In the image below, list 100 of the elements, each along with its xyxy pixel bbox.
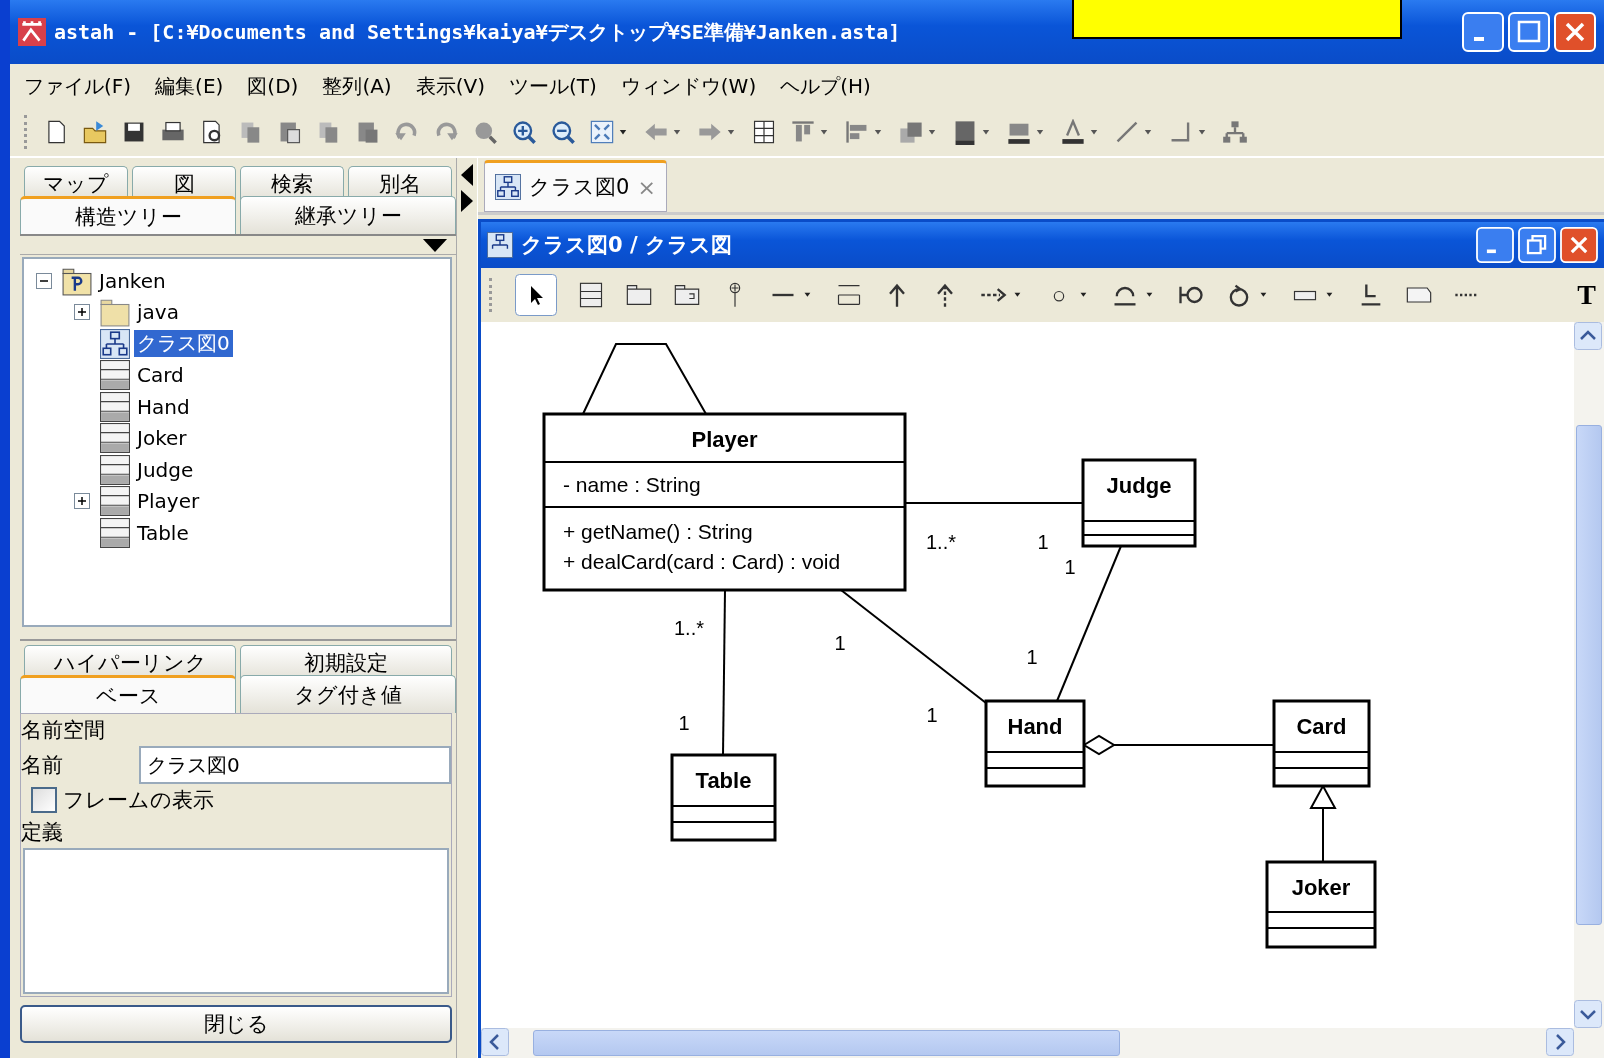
field-label: 名前 [21,752,64,779]
collapse-icon[interactable] [36,272,52,289]
multiplicity: 1..* [674,617,704,639]
app-logo-icon [18,18,46,46]
diagram-icon [100,328,130,359]
scroll-down-button[interactable] [1574,1000,1602,1028]
class-icon [100,391,130,422]
tree-item[interactable]: Judge [134,457,197,482]
tab-label: クラス図0 [529,174,630,201]
diagram-icon [487,232,513,258]
tree-item[interactable]: java [134,300,182,325]
scroll-left-button[interactable] [481,1028,509,1056]
class-icon [100,486,130,517]
name-field[interactable]: クラス図0 [139,746,451,784]
menu-item[interactable]: 整列(A) [322,72,392,100]
multiplicity: 1 [1026,646,1038,668]
expand-icon[interactable] [74,304,90,321]
menu-item[interactable]: 表示(V) [415,72,485,100]
operation: + dealCard(card : Card) : void [563,550,841,573]
menu-item[interactable]: 編集(E) [155,72,224,100]
checkbox-label[interactable]: フレームの表示 [63,784,214,816]
tree-item[interactable]: Player [134,489,203,514]
folder-icon [100,297,130,328]
multiplicity: 1 [1037,531,1049,553]
close-panel-button[interactable]: 閉じる [20,1005,452,1043]
field-label: 定義 [21,819,64,846]
class-name: Card [1296,714,1347,739]
class-box[interactable] [670,753,777,842]
multiplicity: 1 [834,632,846,654]
class-icon [100,423,130,454]
vertical-scrollbar[interactable] [1574,322,1604,1028]
menu-item[interactable]: ツール(T) [508,72,597,100]
operation: + getName() : String [563,520,753,543]
class-box[interactable] [984,699,1086,788]
tree-item[interactable]: Table [134,520,192,545]
expand-arrow-icon[interactable] [461,190,473,212]
tree-item[interactable]: Hand [134,394,193,419]
minimize-button[interactable] [1476,227,1514,263]
class-name: Joker [1291,875,1351,900]
expand-icon[interactable] [74,493,90,510]
toolbar-grip [489,278,495,312]
tree-item[interactable]: Card [134,363,187,388]
field-label: 名前空間 [21,717,106,744]
scroll-thumb[interactable] [1576,425,1602,925]
menu-item[interactable]: ウィンドウ(W) [620,72,757,100]
scroll-up-button[interactable] [1574,322,1602,350]
class-box[interactable] [1272,699,1371,788]
scroll-right-button[interactable] [1546,1028,1574,1056]
class-name: Table [695,768,752,793]
multiplicity: 1..* [926,531,956,553]
attribute: - name : String [563,473,701,496]
close-button[interactable] [1554,12,1596,52]
editor-tab[interactable]: クラス図0 × [484,160,667,212]
diagram-title: クラス図0 / クラス図 [521,232,732,259]
zoom-out-icon[interactable] [550,119,576,145]
class-tool-icon[interactable] [577,281,605,309]
class-icon [100,360,130,391]
panel-tab[interactable]: 構造ツリー [20,196,236,234]
zoom-in-icon[interactable] [511,119,537,145]
open-folder-icon[interactable] [82,119,108,145]
class-name: Player [691,427,758,452]
menu-item[interactable]: ヘルプ(H) [780,72,871,100]
class-name: Hand [1007,714,1063,739]
panel-tab[interactable]: 継承ツリー [240,196,456,234]
window-title: astah - [C:¥Documents and Settings¥kaiya¥デスクトップ¥SE準備¥Janken.asta] [54,18,901,46]
horizontal-scrollbar[interactable] [481,1028,1604,1058]
close-button[interactable] [1560,227,1598,263]
maximize-button[interactable] [1508,12,1550,52]
line-icon[interactable] [1114,119,1140,145]
font-color-icon[interactable] [1060,119,1086,145]
class-box[interactable] [1081,458,1197,548]
tree-item[interactable]: Joker [134,426,190,451]
tree-item[interactable]: クラス図0 [134,330,233,358]
menu-item[interactable]: ファイル(F) [24,72,132,100]
panel-tab[interactable]: ベース [20,675,236,713]
tree-layout-icon[interactable] [1222,119,1248,145]
select-tool-button[interactable] [515,274,557,316]
class-icon [100,517,130,548]
class-box[interactable] [1265,860,1377,949]
collapse-arrow-icon[interactable] [461,164,473,186]
class-box[interactable] [542,412,907,592]
minimize-button[interactable] [1462,12,1504,52]
scroll-thumb[interactable] [533,1030,1120,1056]
panel-tab[interactable]: タグ付き値 [240,675,456,713]
fit-icon[interactable] [589,119,615,145]
restore-button[interactable] [1518,227,1556,263]
grid-icon[interactable] [751,119,777,145]
text-tool-button[interactable]: T [1577,279,1596,311]
dropdown-icon[interactable] [422,238,448,252]
menu-item[interactable]: 図(D) [247,72,299,100]
tree-item[interactable]: Janken [96,268,169,293]
diagram-icon [495,174,521,200]
multiplicity: 1 [1064,556,1076,578]
multiplicity: 1 [926,704,938,726]
toolbar-grip [24,115,30,149]
class-name: Judge [1106,473,1172,498]
checkbox[interactable] [31,787,57,813]
definition-field[interactable] [23,848,449,994]
class-icon [100,454,130,485]
multiplicity: 1 [678,712,690,734]
